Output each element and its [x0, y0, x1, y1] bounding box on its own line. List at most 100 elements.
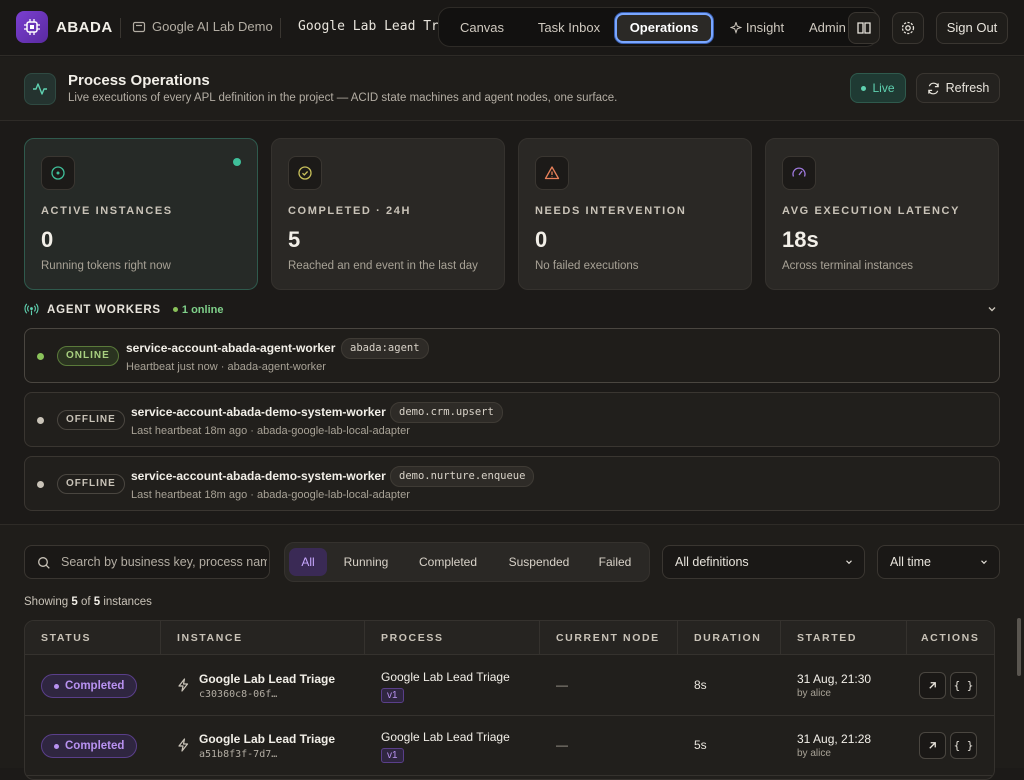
results-count: Showing 5 of 5 instances: [24, 596, 152, 608]
chip-icon: [24, 19, 40, 35]
live-toggle[interactable]: Live: [850, 73, 906, 103]
instance-id: c30360c8-06f…: [199, 689, 278, 700]
top-bar: ABADA Google AI Lab Demo Google Lab Lead…: [0, 0, 1024, 56]
showing-count: 5: [71, 596, 78, 608]
column-instance[interactable]: INSTANCE: [161, 621, 365, 655]
app-logo[interactable]: [16, 11, 48, 43]
open-instance-button[interactable]: [919, 672, 946, 699]
check-circle-icon: [298, 166, 312, 180]
stat-value: 0: [535, 227, 548, 252]
nav-tab-canvas[interactable]: Canvas: [447, 13, 517, 43]
activity-icon: [33, 83, 47, 95]
sparkle-icon: [729, 22, 742, 34]
instances-table: STATUS INSTANCE PROCESS CURRENT NODE DUR…: [24, 620, 995, 780]
worker-meta: Heartbeat just now · abada-agent-worker: [126, 361, 326, 373]
stat-value: 5: [288, 227, 301, 252]
stat-icon-box: [782, 156, 816, 190]
instance-name[interactable]: Google Lab Lead Triage: [199, 732, 335, 746]
definitions-select[interactable]: All definitions: [662, 545, 865, 579]
stat-card-latency: AVG EXECUTION LATENCY 18s Across termina…: [765, 138, 999, 290]
stat-label: COMPLETED · 24H: [288, 205, 412, 217]
broadcast-icon: [24, 303, 39, 316]
refresh-button[interactable]: Refresh: [916, 73, 1000, 103]
lightning-icon: [178, 678, 189, 692]
status-label: Completed: [65, 740, 125, 752]
page-header: Process Operations Live executions of ev…: [0, 57, 1024, 121]
column-process[interactable]: PROCESS: [365, 621, 540, 655]
worker-row[interactable]: OFFLINE service-account-abada-demo-syste…: [24, 392, 1000, 447]
table-header: STATUS INSTANCE PROCESS CURRENT NODE DUR…: [25, 621, 994, 655]
filter-all[interactable]: All: [289, 548, 327, 576]
lightning-icon: [178, 738, 189, 752]
status-dot: [233, 158, 241, 166]
status-dot: [37, 417, 44, 424]
time-value: All time: [890, 555, 931, 569]
nav-tab-task-inbox[interactable]: Task Inbox: [527, 13, 611, 43]
version-badge: v1: [381, 688, 404, 703]
docs-button[interactable]: [848, 12, 880, 44]
current-node: —: [556, 738, 568, 752]
worker-status-badge: ONLINE: [57, 346, 119, 366]
chevron-down-icon: [988, 307, 996, 312]
stat-desc: Across terminal instances: [782, 260, 914, 272]
filter-failed[interactable]: Failed: [587, 548, 643, 576]
status-dot-icon: [54, 683, 59, 689]
table-row[interactable]: Completed Google Lab Lead Triage c30360c…: [25, 656, 994, 716]
column-started[interactable]: STARTED: [781, 621, 907, 655]
gear-icon: [901, 21, 915, 35]
filter-suspended[interactable]: Suspended: [495, 548, 583, 576]
column-duration[interactable]: DURATION: [678, 621, 781, 655]
worker-tag: demo.nurture.enqueue: [390, 466, 535, 487]
current-node: —: [556, 678, 568, 692]
view-json-button[interactable]: { }: [950, 732, 977, 759]
nav-tab-operations[interactable]: Operations: [615, 13, 713, 43]
settings-button[interactable]: [892, 12, 924, 44]
instance-name[interactable]: Google Lab Lead Triage: [199, 672, 335, 686]
search-box[interactable]: [24, 545, 270, 579]
instances-section: All Running Completed Suspended Failed A…: [0, 524, 1024, 780]
worker-row[interactable]: ONLINE service-account-abada-agent-worke…: [24, 328, 1000, 383]
stat-label: NEEDS INTERVENTION: [535, 205, 687, 217]
filter-completed[interactable]: Completed: [407, 548, 489, 576]
activity-icon-box: [24, 73, 56, 105]
chevron-down-icon: [846, 560, 852, 565]
breadcrumb-workspace[interactable]: Google AI Lab Demo: [132, 19, 273, 34]
column-actions: ACTIONS: [921, 632, 980, 644]
status-badge: Completed: [41, 674, 138, 698]
worker-name: service-account-abada-demo-system-worker: [131, 405, 386, 419]
workspace-label: Google AI Lab Demo: [152, 19, 273, 34]
stat-desc: Running tokens right now: [41, 260, 171, 272]
worker-row[interactable]: OFFLINE service-account-abada-demo-syste…: [24, 456, 1000, 511]
status-dot: [37, 481, 44, 488]
stat-value: 0: [41, 227, 54, 252]
view-json-button[interactable]: { }: [950, 672, 977, 699]
instance-id: a51b8f3f-7d7…: [199, 749, 278, 760]
showing-prefix: Showing: [24, 596, 69, 608]
column-status[interactable]: STATUS: [25, 621, 161, 655]
agent-workers-header[interactable]: AGENT WORKERS 1 online: [24, 302, 223, 317]
live-label: Live: [872, 81, 895, 95]
agent-workers-title: AGENT WORKERS: [47, 303, 161, 316]
target-icon: [51, 166, 65, 180]
page-scrollbar[interactable]: [1017, 618, 1021, 676]
duration: 8s: [694, 678, 707, 692]
online-dot-icon: [172, 307, 178, 312]
filter-running[interactable]: Running: [331, 548, 401, 576]
breadcrumb-document[interactable]: Google Lab Lead Triage: [292, 19, 438, 34]
stat-card-intervention: NEEDS INTERVENTION 0 No failed execution…: [518, 138, 752, 290]
page-subtitle: Live executions of every APL definition …: [68, 92, 618, 104]
column-current-node[interactable]: CURRENT NODE: [540, 621, 678, 655]
time-select[interactable]: All time: [877, 545, 1000, 579]
stat-label: AVG EXECUTION LATENCY: [782, 205, 961, 217]
table-row[interactable]: Completed Google Lab Lead Triage a51b8f3…: [25, 716, 994, 776]
sign-out-button[interactable]: Sign Out: [936, 12, 1008, 44]
arrow-up-right-icon: [929, 682, 936, 689]
started-time: 31 Aug, 21:28: [797, 732, 872, 746]
search-input[interactable]: [61, 546, 267, 578]
nav-tab-insight[interactable]: Insight: [721, 13, 793, 43]
folder-icon: [132, 21, 146, 32]
collapse-workers-button[interactable]: [986, 303, 998, 318]
open-instance-button[interactable]: [919, 732, 946, 759]
worker-name: service-account-abada-demo-system-worker: [131, 469, 386, 483]
definitions-value: All definitions: [675, 555, 749, 569]
